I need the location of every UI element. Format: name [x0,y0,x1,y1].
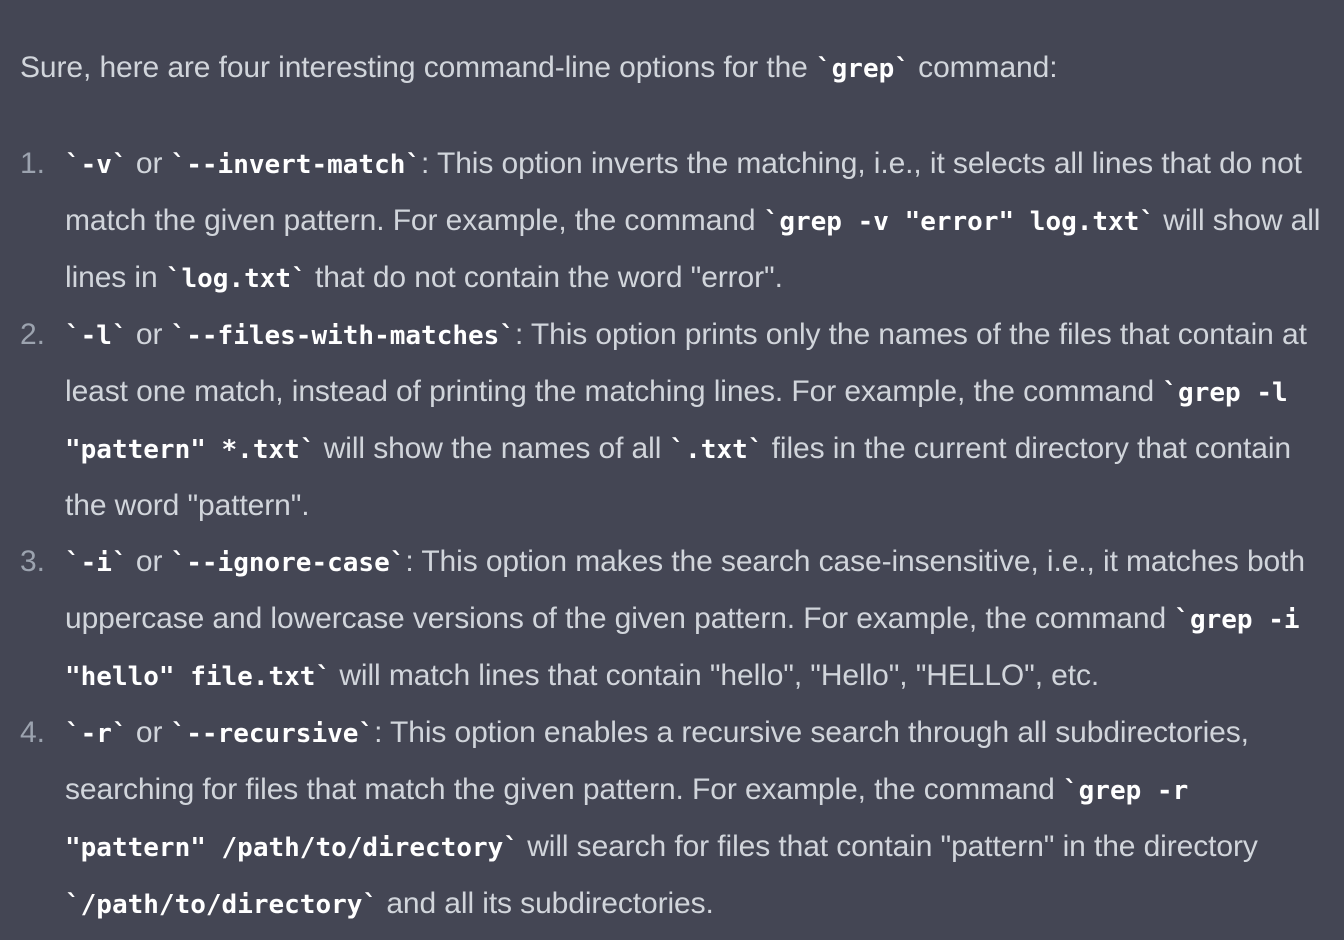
option-long-code: --invert-match [171,150,421,180]
item-text: or [127,318,171,351]
intro-paragraph: Sure, here are four interesting command-… [20,40,1326,96]
item-text: will show the names of all [315,432,670,465]
list-item: 2. -l or --files-with-matches: This opti… [20,307,1326,534]
option-short-code: -i [65,548,128,578]
item-text: or [127,716,171,749]
item-text: that do not contain the word "error". [306,261,783,294]
item-text: will match lines that contain "hello", "… [331,659,1100,692]
list-number: 3. [20,545,45,578]
option-long-code: --recursive [171,719,375,749]
list-number: 1. [20,147,45,180]
option-short-code: -r [65,719,128,749]
list-number: 4. [20,716,45,749]
option-long-code: --files-with-matches [171,321,515,351]
options-list: 1. -v or --invert-match: This option inv… [20,136,1326,933]
intro-text: Sure, here are four interesting command-… [20,51,816,84]
item-text: and all its subdirectories. [378,887,714,920]
option-short-code: -v [65,150,128,180]
list-number: 2. [20,318,45,351]
inline-code: log.txt [166,264,307,294]
list-item: 3. -i or --ignore-case: This option make… [20,534,1326,705]
assistant-message: Sure, here are four interesting command-… [0,0,1344,940]
inline-code: .txt [670,435,764,465]
intro-text: command: [909,51,1058,84]
inline-code: grep [816,54,910,84]
list-item: 4. -r or --recursive: This option enable… [20,705,1326,933]
list-item: 1. -v or --invert-match: This option inv… [20,136,1326,307]
item-text: will search for files that contain "patt… [518,830,1258,863]
option-short-code: -l [65,321,128,351]
example-command-code: grep -v "error" log.txt [764,207,1155,237]
item-text: or [127,147,171,180]
item-text: or [127,545,171,578]
inline-code: /path/to/directory [65,890,378,920]
option-long-code: --ignore-case [171,548,406,578]
